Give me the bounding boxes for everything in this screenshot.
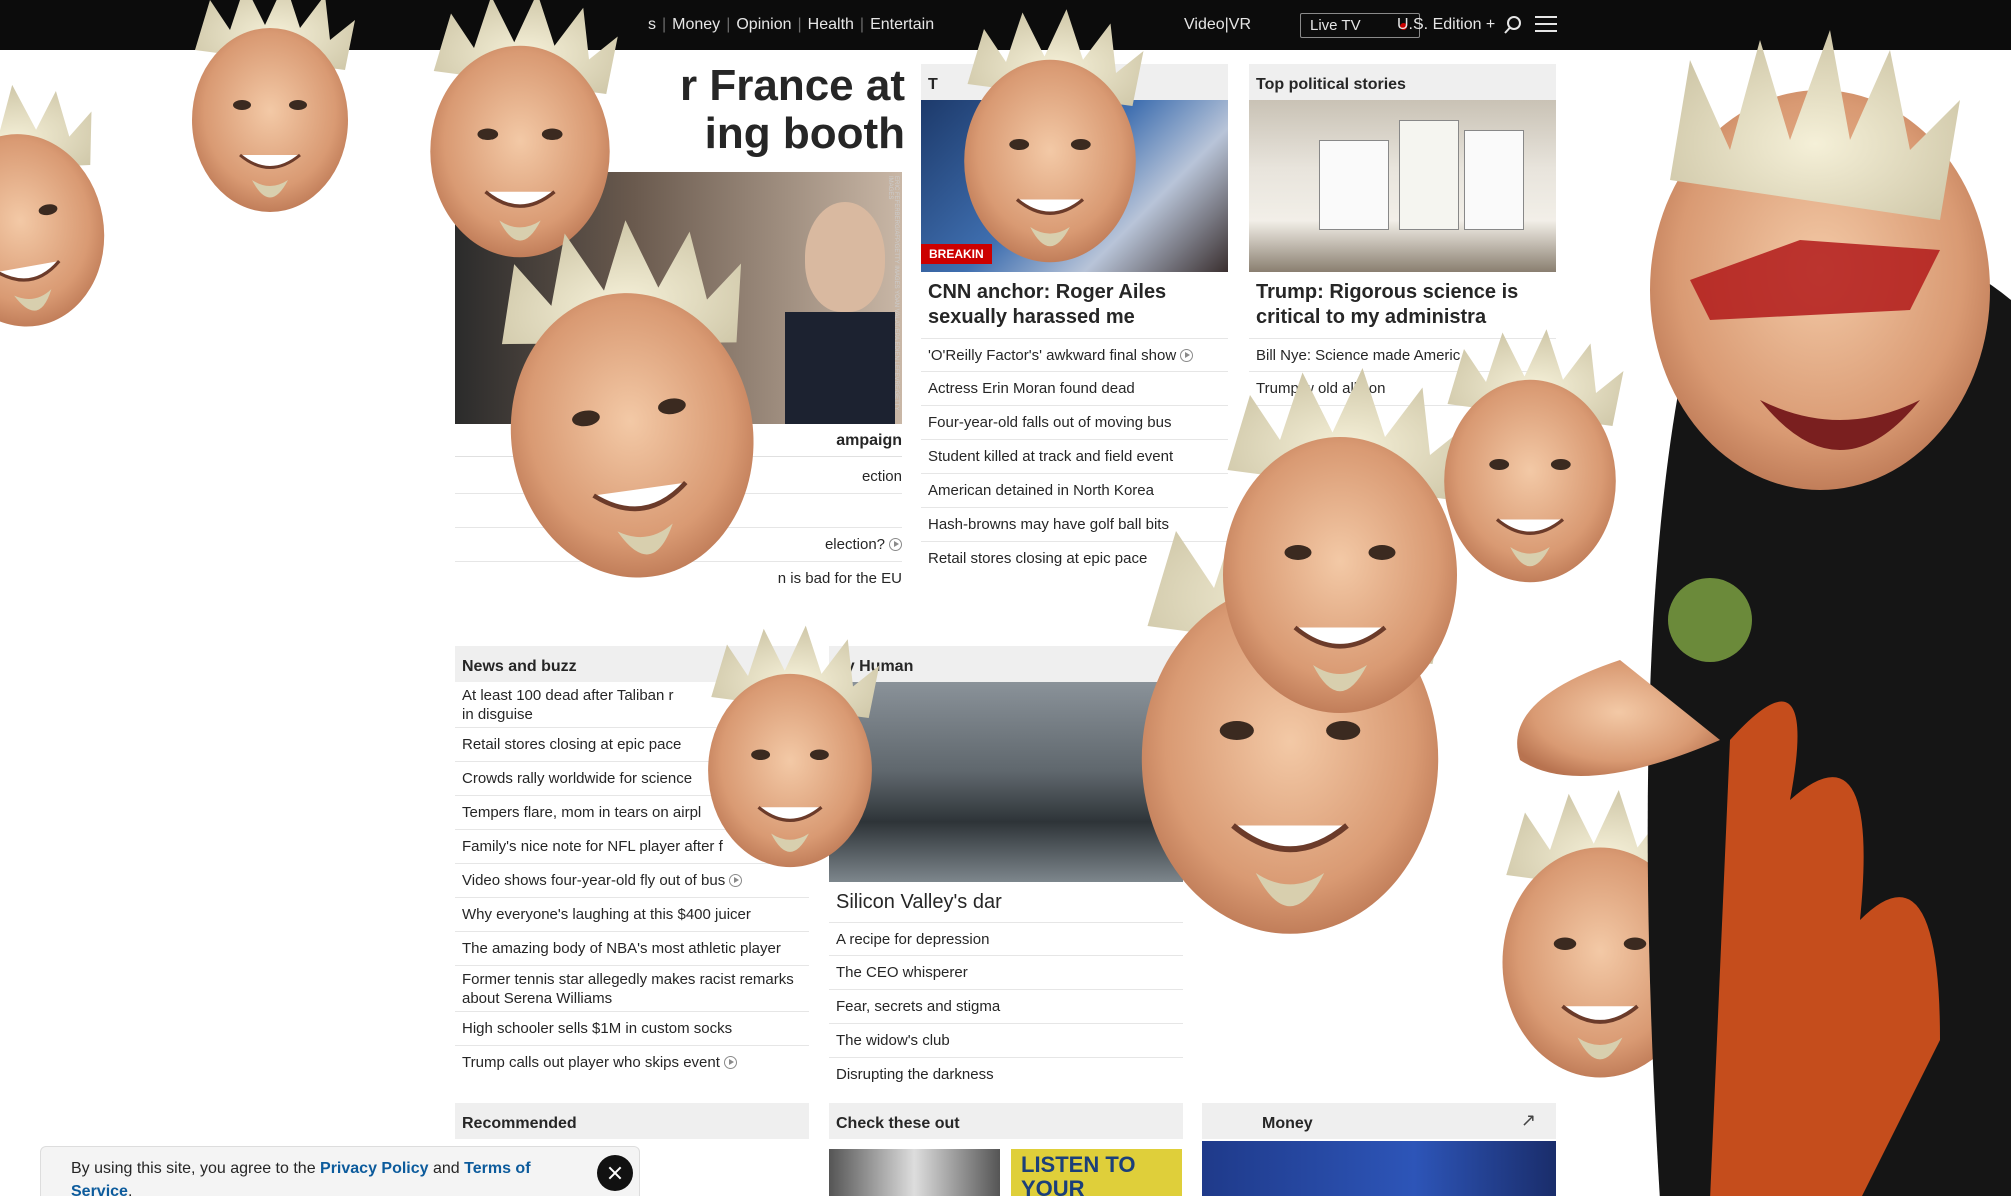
top-stories-list: 'O'Reilly Factor's' awkward final show A… — [921, 338, 1228, 576]
list-item[interactable]: Trump calls out player who skips event — [455, 1046, 809, 1080]
list-item[interactable]: Retail stores closing at epic pace — [921, 542, 1228, 576]
play-icon — [1180, 349, 1194, 362]
money-header: Money — [1202, 1103, 1556, 1139]
political-stories-header: Top political stories — [1249, 64, 1556, 100]
list-item[interactable]: Trump w old ally on — [1249, 372, 1556, 406]
check-these-out-header: Check these out — [829, 1103, 1183, 1139]
list-item[interactable]: High schooler sells $1M in custom socks — [455, 1012, 809, 1046]
lead-bold-link[interactable]: ampaign — [455, 426, 902, 457]
lead-image-coat — [785, 312, 895, 424]
list-item[interactable]: 'O'Reilly Factor's' awkward final show — [921, 338, 1228, 372]
list-item[interactable]: Retail stores closing at epic pace — [455, 728, 809, 762]
list-item[interactable]: Disrupting the darkness — [829, 1058, 1183, 1092]
recommended-header: Recommended — [455, 1103, 809, 1139]
list-item[interactable]: The amazing body of NBA's most athletic … — [455, 932, 809, 966]
top-stories-header: T — [921, 64, 1228, 100]
breaking-badge: BREAKIN — [921, 244, 992, 264]
cookie-text-lead: By using this site, you agree to the — [71, 1160, 321, 1177]
protest-sign — [1464, 130, 1524, 230]
cookie-consent-banner: By using this site, you agree to the Pri… — [40, 1146, 640, 1196]
lead-links-list: ection election? n is bad for the EU — [455, 460, 902, 596]
top-nav-right-links: Video | VR — [1184, 0, 1251, 50]
list-item[interactable]: American detained in North Korea — [921, 474, 1228, 508]
protest-sign — [1399, 120, 1459, 230]
list-item[interactable]: Student killed at track and field event — [921, 440, 1228, 474]
nav-separator: | — [662, 16, 667, 33]
nav-item-health[interactable]: Health — [808, 16, 854, 34]
political-stories-list: Bill Nye: Science made Americ Trump w ol… — [1249, 338, 1556, 406]
nav-separator: | — [797, 16, 802, 33]
list-item[interactable]: Tempers flare, mom in tears on airpl — [455, 796, 809, 830]
overlay-figure — [1517, 30, 2011, 1196]
lead-story-image[interactable] — [455, 172, 902, 424]
play-icon — [729, 874, 743, 887]
cookie-text-and: and — [428, 1160, 465, 1177]
list-item[interactable]: Actress Erin Moran found dead — [921, 372, 1228, 406]
top-navigation-bar — [0, 0, 2011, 50]
edition-selector[interactable]: U.S. Edition + — [1397, 0, 1495, 50]
lead-link[interactable]: n is bad for the EU — [455, 562, 902, 596]
close-icon[interactable] — [597, 1155, 633, 1191]
list-item-text: Video shows four-year-old fly out of bus — [462, 872, 726, 889]
nav-item-opinion[interactable]: Opinion — [736, 16, 791, 34]
nav-item-entertainment[interactable]: Entertain — [870, 16, 934, 34]
lead-headline[interactable]: r France at ing booth — [455, 62, 905, 158]
news-and-buzz-header: News and buzz — [455, 646, 809, 682]
lead-link[interactable] — [455, 494, 902, 528]
privacy-policy-link[interactable]: Privacy Policy — [320, 1160, 429, 1177]
top-story-headline[interactable]: CNN anchor: Roger Ailes sexually harasse… — [928, 280, 1228, 330]
list-item[interactable]: The widow's club — [829, 1024, 1183, 1058]
nav-item-partial[interactable]: s — [648, 16, 656, 34]
lead-link[interactable]: election? — [455, 528, 902, 562]
nav-item-vr[interactable]: VR — [1229, 16, 1251, 34]
check-these-out-image[interactable] — [829, 1149, 1000, 1196]
lead-image-person — [805, 202, 885, 312]
money-image[interactable] — [1202, 1141, 1556, 1196]
lead-link-text: election? — [824, 536, 885, 553]
play-icon — [723, 1056, 737, 1069]
political-story-image[interactable] — [1249, 100, 1556, 272]
list-item[interactable]: Four-year-old falls out of moving bus — [921, 406, 1228, 440]
hamburger-menu-icon[interactable] — [1535, 16, 1557, 33]
search-icon[interactable] — [1503, 15, 1523, 35]
play-icon — [889, 538, 902, 551]
mostly-human-header: tly Human — [829, 646, 1183, 682]
list-item[interactable]: Fear, secrets and stigma — [829, 990, 1183, 1024]
list-item[interactable]: At least 100 dead after Taliban r in dis… — [455, 682, 809, 728]
list-item[interactable]: Hash-browns may have golf ball bits — [921, 508, 1228, 542]
mostly-human-headline[interactable]: Silicon Valley's dar — [836, 890, 1176, 915]
list-item[interactable]: Bill Nye: Science made Americ — [1249, 338, 1556, 372]
list-item[interactable]: Family's nice note for NFL player after … — [455, 830, 809, 864]
list-item[interactable]: Crowds rally worldwide for science — [455, 762, 809, 796]
overlay-face — [1500, 788, 1709, 1080]
list-item[interactable]: The CEO whisperer — [829, 956, 1183, 990]
live-tv-label: Live TV — [1310, 17, 1361, 34]
list-item[interactable]: Why everyone's laughing at this $400 jui… — [455, 898, 809, 932]
nav-separator: | — [726, 16, 731, 33]
mostly-human-list: A recipe for depression The CEO whispere… — [829, 922, 1183, 1092]
list-item-text: Trump calls out player who skips event — [462, 1054, 720, 1071]
check-these-out-image-listen[interactable]: LISTEN TO YOUR — [1011, 1149, 1182, 1196]
cookie-text: By using this site, you agree to the Pri… — [71, 1157, 561, 1196]
lead-link[interactable]: ection — [455, 460, 902, 494]
political-headline-text: Trump: Rigorous science is critical to m… — [1256, 281, 1519, 328]
mostly-human-image[interactable] — [829, 682, 1183, 882]
arrow-icon: ↗ — [1521, 1110, 1537, 1130]
top-nav-links: s | Money | Opinion | Health | Entertain — [648, 0, 934, 50]
news-and-buzz-list: At least 100 dead after Taliban r in dis… — [455, 682, 809, 1080]
cookie-text-period: . — [127, 1183, 133, 1196]
list-item-text: 'O'Reilly Factor's' awkward final show — [928, 347, 1177, 364]
image-credit: ERIC FEFERBERG/AFP/GETTY IMAGES YOAN VAL… — [887, 176, 899, 411]
nav-separator: | — [859, 16, 865, 33]
protest-sign — [1319, 140, 1389, 230]
nav-item-video[interactable]: Video — [1184, 16, 1225, 34]
overlay-face — [0, 70, 129, 342]
list-item[interactable]: A recipe for depression — [829, 922, 1183, 956]
overlay-face — [1223, 368, 1468, 713]
nav-item-money[interactable]: Money — [672, 16, 720, 34]
political-headline[interactable]: Trump: Rigorous science is critical to m… — [1256, 280, 1556, 330]
list-item[interactable]: Former tennis star allegedly makes racis… — [455, 966, 809, 1012]
list-item[interactable]: Video shows four-year-old fly out of bus — [455, 864, 809, 898]
